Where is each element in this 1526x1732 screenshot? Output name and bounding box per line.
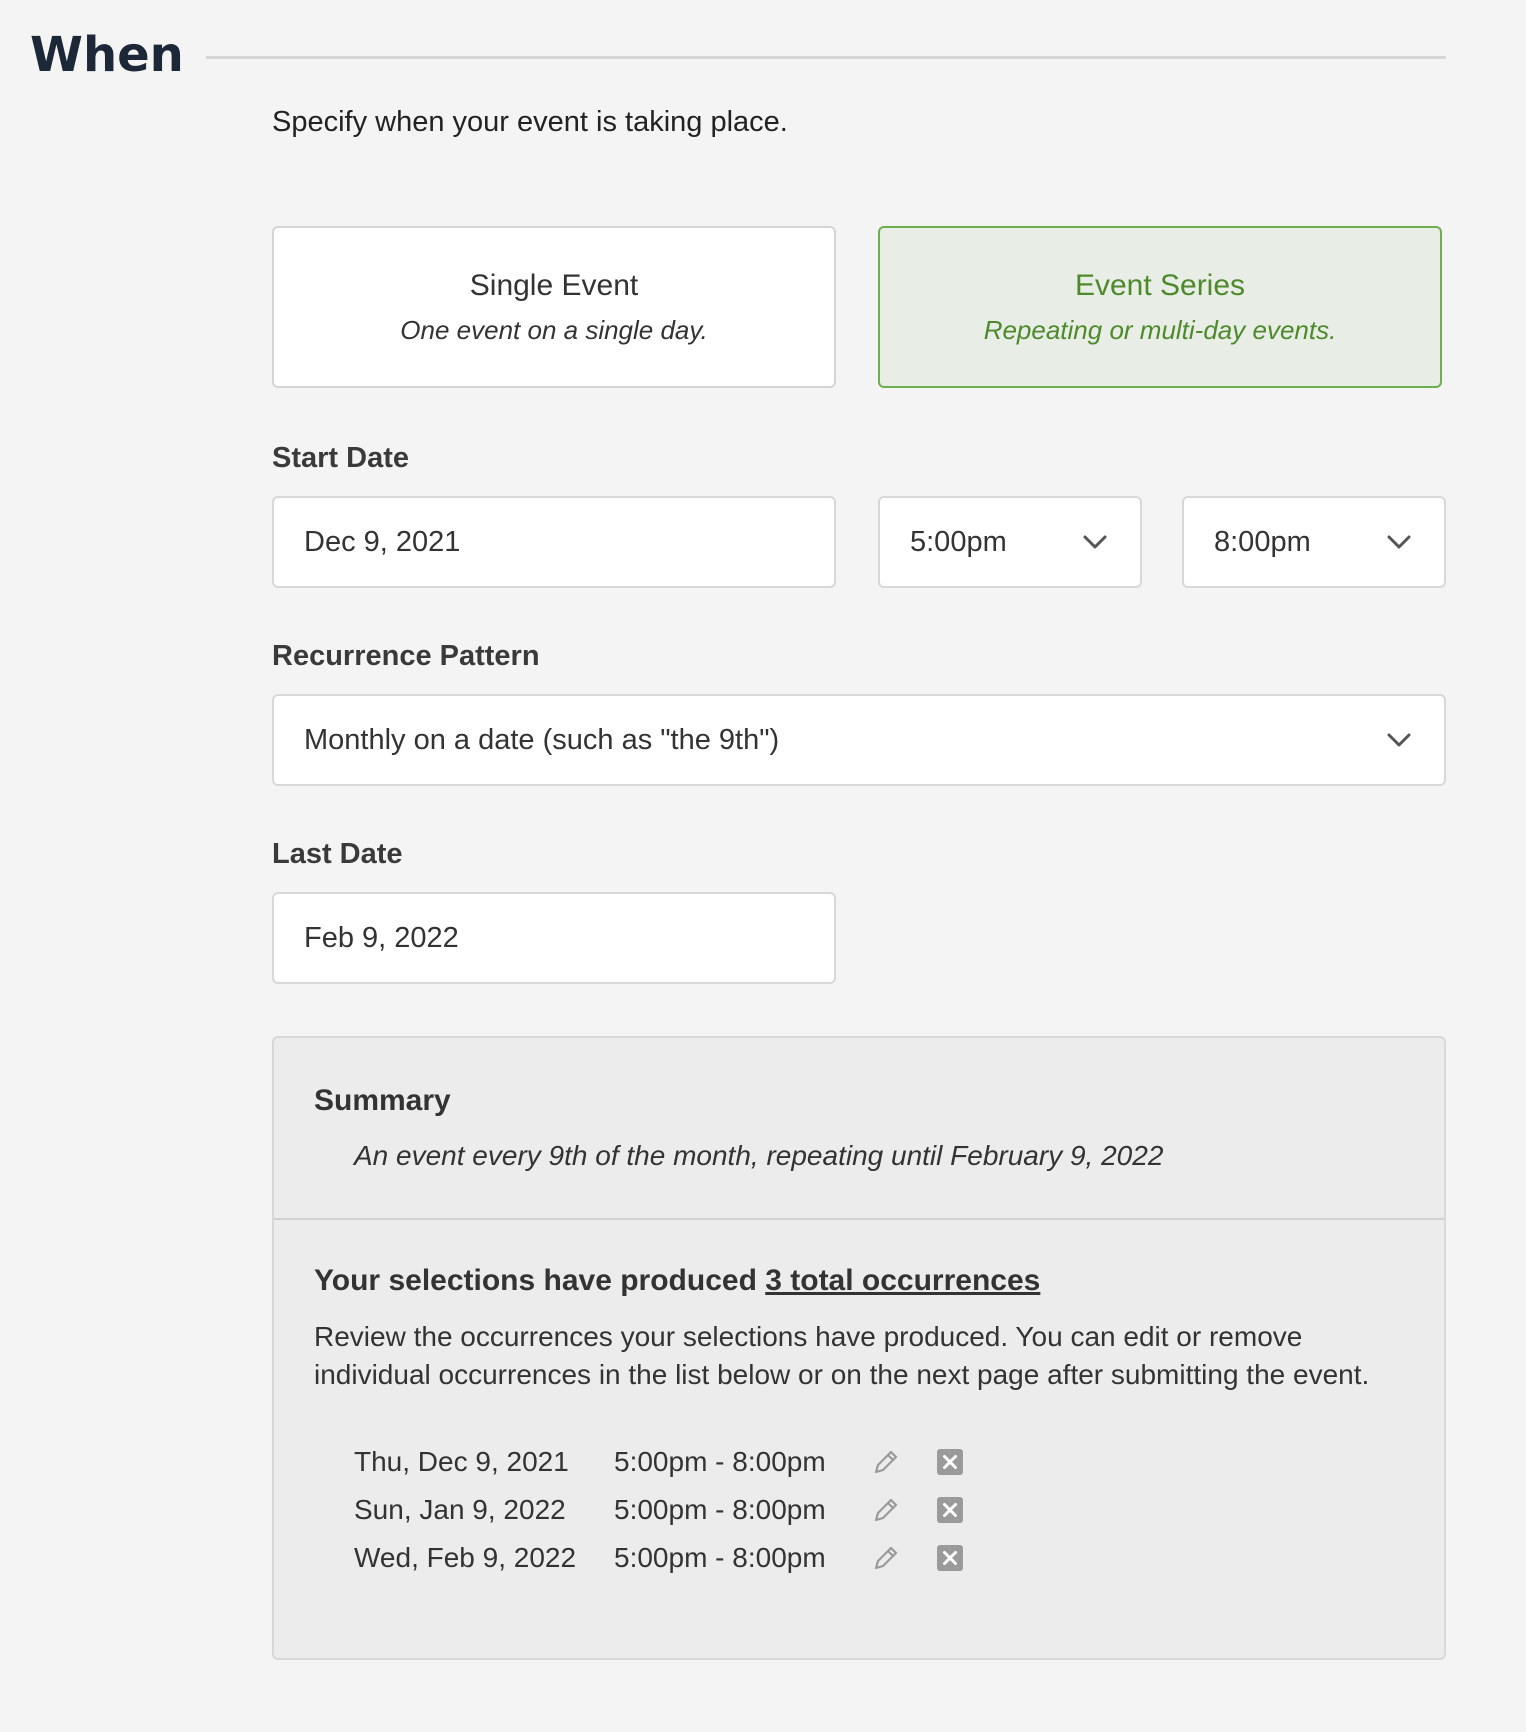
recurrence-pattern-label: Recurrence Pattern (272, 640, 540, 672)
chevron-down-icon (1384, 532, 1414, 552)
occurrence-row: Wed, Feb 9, 2022 5:00pm - 8:00pm (354, 1534, 966, 1582)
single-event-subtitle: One event on a single day. (400, 314, 708, 345)
event-series-title: Event Series (1074, 268, 1246, 302)
summary-section: Summary An event every 9th of the month,… (274, 1038, 1444, 1220)
occurrence-date: Thu, Dec 9, 2021 (354, 1446, 569, 1477)
section-intro: Specify when your event is taking place. (272, 106, 788, 138)
occurrences-heading: Your selections have produced 3 total oc… (314, 1264, 1040, 1298)
occurrence-date: Sun, Jan 9, 2022 (354, 1494, 566, 1525)
chevron-down-icon (1080, 532, 1110, 552)
single-event-title: Single Event (469, 268, 639, 302)
occurrence-time: 5:00pm - 8:00pm (614, 1542, 826, 1573)
start-time-value: 5:00pm (910, 525, 1007, 558)
last-date-label: Last Date (272, 838, 403, 870)
section-divider (205, 55, 1446, 59)
summary-text: An event every 9th of the month, repeati… (354, 1140, 1164, 1171)
section-header: When (30, 20, 1446, 90)
pencil-icon[interactable] (870, 1542, 902, 1574)
last-date-value: Feb 9, 2022 (304, 921, 459, 954)
close-box-icon[interactable] (934, 1446, 966, 1478)
end-time-select[interactable]: 8:00pm (1182, 496, 1446, 588)
occurrence-row: Sun, Jan 9, 2022 5:00pm - 8:00pm (354, 1486, 966, 1534)
chevron-down-icon (1384, 730, 1414, 750)
pencil-icon[interactable] (870, 1446, 902, 1478)
single-event-option[interactable]: Single Event One event on a single day. (272, 226, 836, 388)
occurrence-row: Thu, Dec 9, 2021 5:00pm - 8:00pm (354, 1438, 966, 1486)
occurrence-time: 5:00pm - 8:00pm (614, 1446, 826, 1477)
summary-heading: Summary (314, 1084, 451, 1117)
occurrences-review-text: Review the occurrences your selections h… (314, 1321, 1370, 1390)
start-date-label: Start Date (272, 442, 409, 474)
start-date-input[interactable]: Dec 9, 2021 (272, 496, 836, 588)
pencil-icon[interactable] (870, 1494, 902, 1526)
occurrence-list: Thu, Dec 9, 2021 5:00pm - 8:00pm Sun, Ja… (354, 1438, 966, 1582)
close-box-icon[interactable] (934, 1542, 966, 1574)
close-box-icon[interactable] (934, 1494, 966, 1526)
start-date-value: Dec 9, 2021 (304, 525, 461, 558)
end-time-value: 8:00pm (1214, 525, 1311, 558)
last-date-input[interactable]: Feb 9, 2022 (272, 892, 836, 984)
recurrence-pattern-select[interactable]: Monthly on a date (such as "the 9th") (272, 694, 1446, 786)
total-occurrences-link[interactable]: 3 total occurrences (765, 1264, 1040, 1297)
occurrences-heading-prefix: Your selections have produced (314, 1264, 766, 1297)
start-time-select[interactable]: 5:00pm (878, 496, 1142, 588)
event-series-subtitle: Repeating or multi-day events. (983, 314, 1337, 345)
summary-panel: Summary An event every 9th of the month,… (272, 1036, 1446, 1660)
recurrence-pattern-value: Monthly on a date (such as "the 9th") (304, 723, 780, 756)
occurrence-time: 5:00pm - 8:00pm (614, 1494, 826, 1525)
section-title: When (30, 27, 184, 83)
event-series-option[interactable]: Event Series Repeating or multi-day even… (878, 226, 1442, 388)
occurrence-date: Wed, Feb 9, 2022 (354, 1542, 577, 1573)
